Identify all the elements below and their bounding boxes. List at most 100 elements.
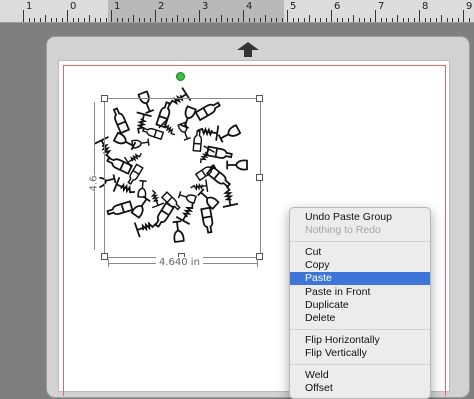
ruler-minor-tick <box>248 18 250 22</box>
menu-item-copy[interactable]: Copy <box>290 259 430 272</box>
menu-separator <box>290 241 430 242</box>
ruler-minor-tick <box>369 18 371 22</box>
menu-item-paste-in-front[interactable]: Paste in Front <box>290 286 430 299</box>
ruler-minor-tick <box>56 18 57 22</box>
selection-box <box>104 98 261 258</box>
menu-item-paste[interactable]: Paste <box>290 272 430 285</box>
ruler-minor-tick <box>364 18 365 22</box>
resize-handle-tl[interactable] <box>101 95 108 102</box>
ruler-minor-tick <box>221 15 222 22</box>
up-arrow-icon[interactable] <box>237 42 259 57</box>
ruler-minor-tick <box>39 18 41 22</box>
menu-item-flip-vertically[interactable]: Flip Vertically <box>290 347 430 360</box>
ruler-number: 9 <box>466 1 473 12</box>
ruler-number: 1 <box>26 1 33 12</box>
ruler-minor-tick <box>259 18 261 22</box>
ruler-minor-tick <box>336 18 338 22</box>
ruler-minor-tick <box>408 18 409 22</box>
ruler-minor-tick <box>116 18 118 22</box>
ruler-major-tick <box>67 10 68 22</box>
ruler-minor-tick <box>177 15 178 22</box>
ruler-number: 2 <box>158 1 165 12</box>
resize-handle-bl[interactable] <box>101 253 108 260</box>
ruler-selection-span <box>108 0 284 22</box>
menu-item-undo-paste-group[interactable]: Undo Paste Group <box>290 211 430 224</box>
ruler-minor-tick <box>292 18 294 22</box>
ruler-minor-tick <box>166 18 167 22</box>
ruler-minor-tick <box>342 18 343 22</box>
ruler-minor-tick <box>468 18 470 22</box>
ruler-minor-tick <box>298 18 299 22</box>
ruler-number: 7 <box>378 1 385 12</box>
ruler-minor-tick <box>193 18 195 22</box>
ruler-minor-tick <box>226 18 228 22</box>
ruler-minor-tick <box>254 18 255 22</box>
menu-item-delete[interactable]: Delete <box>290 312 430 325</box>
ruler-minor-tick <box>34 18 35 22</box>
menu-item-duplicate[interactable]: Duplicate <box>290 299 430 312</box>
ruler-major-tick <box>287 10 288 22</box>
top-ruler[interactable]: 1 0 1 2 3 4 5 6 7 8 9 <box>0 0 474 23</box>
ruler-minor-tick <box>276 18 277 22</box>
ruler-major-tick <box>155 10 156 22</box>
ruler-major-tick <box>199 10 200 22</box>
ruler-minor-tick <box>50 18 52 22</box>
ruler-minor-tick <box>89 15 90 22</box>
ruler-minor-tick <box>100 18 101 22</box>
ruler-minor-tick <box>303 18 305 22</box>
ruler-minor-tick <box>215 18 217 22</box>
ruler-minor-tick <box>397 15 398 22</box>
ruler-minor-tick <box>347 18 349 22</box>
ruler-minor-tick <box>171 18 173 22</box>
ruler-minor-tick <box>133 15 134 22</box>
ruler-number: 1 <box>114 1 121 12</box>
ruler-minor-tick <box>105 18 107 22</box>
width-dimension-cap-left <box>108 259 109 267</box>
menu-item-weld[interactable]: Weld <box>290 369 430 382</box>
ruler-major-tick <box>419 10 420 22</box>
ruler-minor-tick <box>358 18 360 22</box>
resize-handle-r[interactable] <box>256 174 263 181</box>
menu-item-flip-horizontally[interactable]: Flip Horizontally <box>290 334 430 347</box>
ruler-minor-tick <box>188 18 189 22</box>
ruler-minor-tick <box>45 15 46 22</box>
height-dimension-label: 4.6 <box>88 175 100 192</box>
ruler-number: 6 <box>334 1 341 12</box>
ruler-number: 4 <box>246 1 253 12</box>
ruler-minor-tick <box>83 18 85 22</box>
ruler-minor-tick <box>325 18 327 22</box>
ruler-minor-tick <box>127 18 129 22</box>
ruler-minor-tick <box>61 18 63 22</box>
ruler-number: 5 <box>290 1 297 12</box>
width-dimension-cap-right <box>257 259 258 267</box>
ruler-major-tick <box>111 10 112 22</box>
menu-separator <box>290 329 430 330</box>
ruler-minor-tick <box>353 15 354 22</box>
context-menu: Undo Paste Group Nothing to Redo Cut Cop… <box>289 207 431 399</box>
ruler-minor-tick <box>237 18 239 22</box>
rotate-handle[interactable] <box>176 72 185 81</box>
ruler-minor-tick <box>144 18 145 22</box>
ruler-number: 3 <box>202 1 209 12</box>
ruler-minor-tick <box>380 18 382 22</box>
menu-item-offset[interactable]: Offset <box>290 382 430 395</box>
ruler-number: 8 <box>422 1 429 12</box>
ruler-major-tick <box>23 10 24 22</box>
menu-item-cut[interactable]: Cut <box>290 246 430 259</box>
ruler-minor-tick <box>204 18 206 22</box>
ruler-minor-tick <box>138 18 140 22</box>
menu-separator <box>290 364 430 365</box>
ruler-minor-tick <box>446 18 448 22</box>
ruler-minor-tick <box>435 18 437 22</box>
ruler-minor-tick <box>122 18 123 22</box>
resize-handle-tr[interactable] <box>256 95 263 102</box>
ruler-minor-tick <box>402 18 404 22</box>
ruler-minor-tick <box>430 18 431 22</box>
ruler-minor-tick <box>386 18 387 22</box>
ruler-minor-tick <box>391 18 393 22</box>
ruler-minor-tick <box>78 18 79 22</box>
ruler-minor-tick <box>320 18 321 22</box>
ruler-minor-tick <box>457 18 459 22</box>
ruler-major-tick <box>463 10 464 22</box>
ruler-minor-tick <box>452 18 453 22</box>
